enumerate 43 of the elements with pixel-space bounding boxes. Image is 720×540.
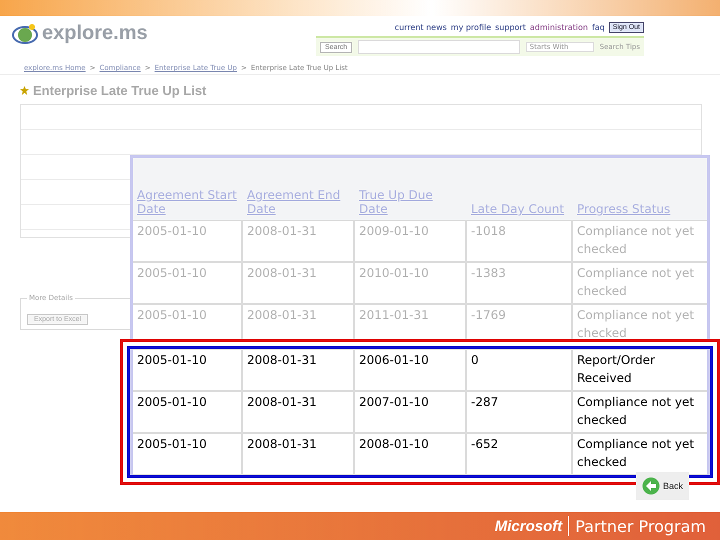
column-header[interactable]: Agreement Start Date: [133, 188, 241, 220]
table-cell: 0: [467, 350, 571, 390]
column-header[interactable]: Progress Status: [573, 202, 707, 220]
table-cell: Compliance not yet checked: [573, 392, 707, 432]
table-cell: 2008-01-31: [243, 434, 353, 474]
table-cell: 2005-01-10: [133, 263, 241, 303]
nav-link[interactable]: faq: [592, 23, 605, 32]
nav-link[interactable]: support: [495, 23, 526, 32]
table-cell: Compliance not yet checked: [573, 263, 707, 303]
table-cell: 2006-01-10: [355, 350, 465, 390]
table-cell: 2007-01-10: [355, 392, 465, 432]
page-title: Enterprise Late True Up List: [33, 83, 206, 98]
globe-logo-icon: [12, 22, 38, 44]
table-cell: Compliance not yet checked: [573, 434, 707, 474]
table-cell: -1018: [467, 221, 571, 261]
brand-text: Microsoft: [494, 518, 562, 534]
logo-text: explore.ms: [42, 22, 148, 45]
table-cell: -287: [467, 392, 571, 432]
column-header[interactable]: True Up Due Date: [355, 188, 465, 220]
nav-link[interactable]: administration: [530, 23, 588, 32]
table-cell: Compliance not yet checked: [573, 221, 707, 261]
table-cell: -652: [467, 434, 571, 474]
table-cell: 2008-01-31: [243, 392, 353, 432]
nav-link[interactable]: current news: [394, 23, 447, 32]
table-cell: 2010-01-10: [355, 263, 465, 303]
nav-link[interactable]: my profile: [450, 23, 492, 32]
table-cell: -1383: [467, 263, 571, 303]
table-cell: 2005-01-10: [133, 434, 241, 474]
search-field[interactable]: [358, 40, 520, 54]
star-icon: [20, 86, 29, 95]
program-text: Partner Program: [575, 516, 706, 536]
table-cell: 2005-01-10: [133, 221, 241, 261]
table-cell: 2008-01-31: [243, 221, 353, 261]
table-cell: 2005-01-10: [133, 350, 241, 390]
table-cell: 2009-01-10: [355, 221, 465, 261]
back-button[interactable]: Back: [636, 472, 690, 500]
table-cell: 2008-01-31: [243, 350, 353, 390]
column-header[interactable]: Agreement End Date: [243, 188, 353, 220]
table-cell: Report/Order Received: [573, 350, 707, 390]
column-header[interactable]: Late Day Count: [467, 202, 571, 220]
table-cell: 2008-01-31: [243, 263, 353, 303]
table-cell: 2008-01-10: [355, 434, 465, 474]
table-cell: 2005-01-10: [133, 392, 241, 432]
